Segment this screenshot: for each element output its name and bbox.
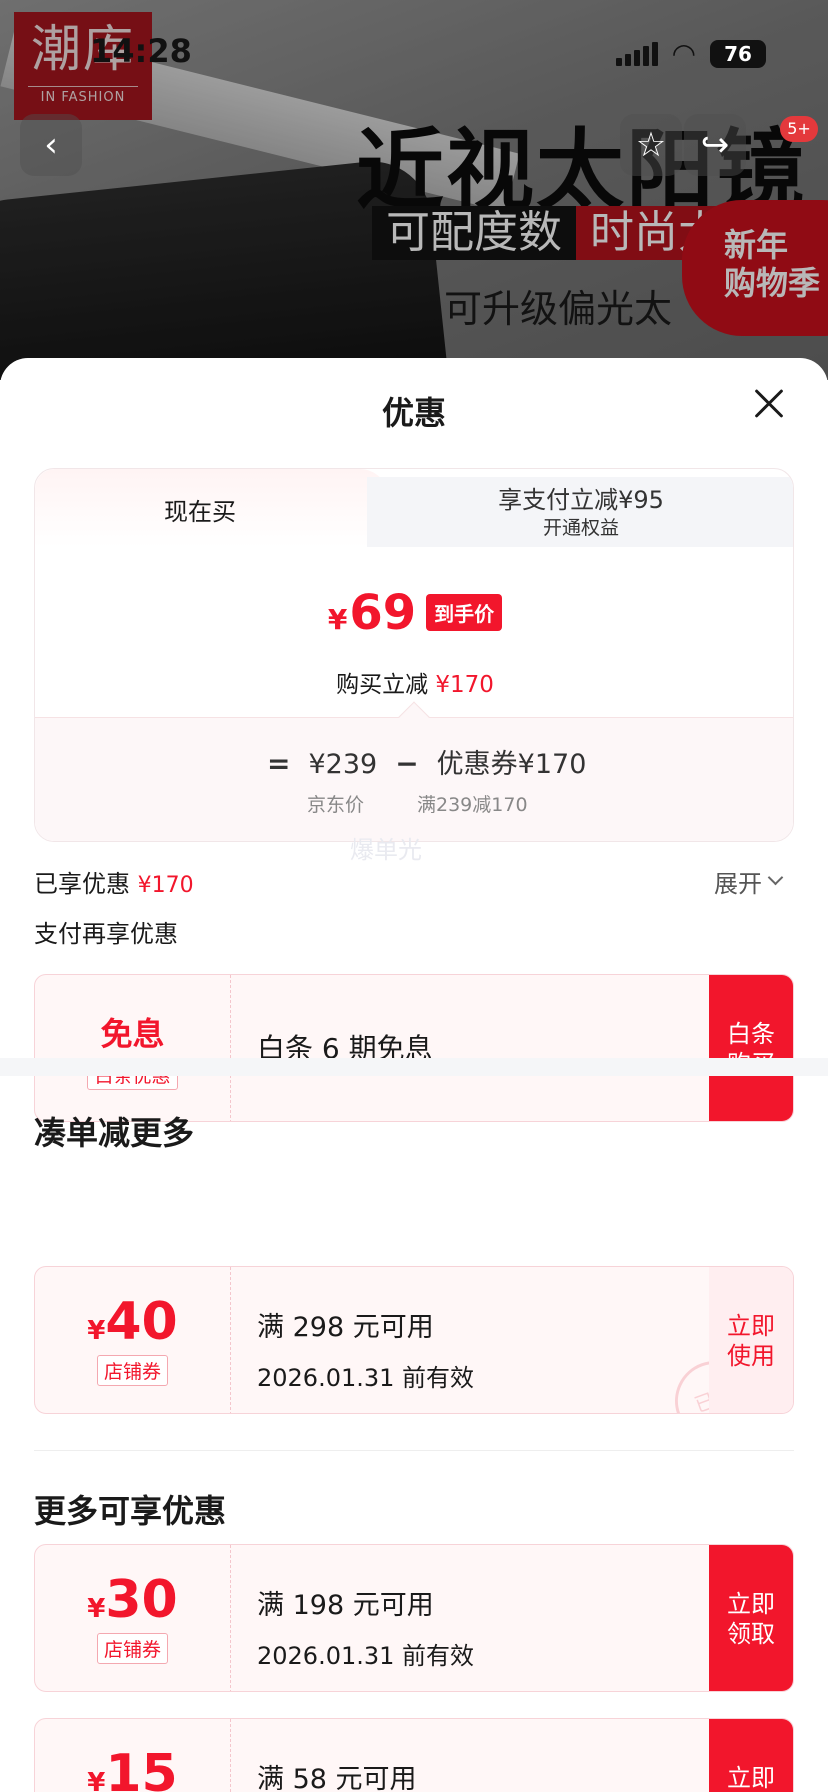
- coupon-30-left: ¥ 30 店铺券: [35, 1545, 231, 1691]
- section-gap: [0, 1058, 828, 1076]
- coupon-15-middle: 满 58 元可用: [257, 1719, 417, 1792]
- price-calculation: = ¥239 − 优惠券¥170 京东价 满239减170: [35, 701, 793, 841]
- coupon-card-30[interactable]: ¥ 30 店铺券 满 198 元可用 2026.01.31 前有效 立即领取: [34, 1544, 794, 1692]
- use-now-button[interactable]: 立即使用: [709, 1267, 793, 1413]
- final-price-value: 69: [349, 585, 417, 641]
- wifi-icon: ◠: [671, 37, 696, 70]
- jd-price-label: 京东价: [307, 794, 365, 816]
- back-icon[interactable]: ‹: [20, 114, 82, 176]
- coupon-15-condition: 满 58 元可用: [257, 1764, 417, 1792]
- expand-button[interactable]: 展开: [714, 864, 784, 899]
- coupon-30-condition: 满 198 元可用: [257, 1590, 434, 1621]
- coupon-15-left: ¥ 15: [35, 1719, 231, 1792]
- signal-icon: [615, 42, 658, 66]
- purchase-reduction: 购买立减 ¥170: [35, 665, 793, 699]
- section-title-extra: 更多可享优惠: [34, 1492, 227, 1530]
- status-time: 14:28: [90, 32, 192, 70]
- coupon-15-amount: ¥ 15: [35, 1719, 230, 1792]
- chevron-down-icon: [767, 869, 784, 886]
- price-card: 现在买 享支付立减¥95 开通权益 ¥ 69 到手价 购买立减 ¥170 = ¥…: [34, 468, 794, 842]
- coupon-30-validity: 2026.01.31 前有效: [257, 1642, 475, 1670]
- tab-pay-line2: 开通权益: [542, 517, 619, 539]
- coupon-40-amount: ¥ 40: [35, 1267, 230, 1351]
- jd-price-value: ¥239: [308, 749, 378, 780]
- enjoyed-label: 已享优惠: [34, 870, 130, 898]
- claim-now-button[interactable]: 立即领取: [709, 1545, 793, 1691]
- baitiao-middle: 白条 6 期免息: [257, 975, 433, 1121]
- expand-label: 展开: [714, 870, 762, 898]
- star-icon[interactable]: ☆: [620, 114, 682, 176]
- calc-notch: [398, 701, 430, 733]
- minus-sign: −: [395, 747, 419, 780]
- baitiao-title: 免息: [100, 1015, 165, 1053]
- discount-sheet: 优惠 现在买 享支付立减¥95 开通权益 ¥ 69 到手价 购买立减 ¥170 …: [0, 358, 828, 1792]
- coupon-30-currency: ¥: [87, 1594, 106, 1624]
- watermark-text: 爆单光: [350, 836, 422, 864]
- tab-buy-now[interactable]: 现在买: [35, 469, 365, 547]
- coupon-40-middle: 满 298 元可用 2026.01.31 前有效: [257, 1267, 475, 1413]
- tab-pay-line1: 享支付立减¥95: [498, 486, 664, 514]
- coupon-40-condition: 满 298 元可用: [257, 1312, 434, 1343]
- coupon-40-currency: ¥: [87, 1316, 106, 1346]
- enjoyed-value: ¥170: [137, 873, 194, 898]
- baitiao-desc: 白条 6 期免息: [257, 1032, 433, 1065]
- coupon-40-validity: 2026.01.31 前有效: [257, 1364, 475, 1392]
- cart-count-badge: 5+: [780, 116, 818, 142]
- final-price-currency: ¥: [327, 603, 348, 636]
- final-price-tag: 到手价: [426, 594, 503, 631]
- claim-now-button-15[interactable]: 立即: [709, 1719, 793, 1792]
- tab-pay-discount[interactable]: 享支付立减¥95 开通权益: [367, 477, 793, 547]
- coupon-rule: 满239减170: [417, 794, 528, 816]
- calc-row: = ¥239 − 优惠券¥170: [267, 742, 586, 781]
- coupon-15-value: 15: [105, 1744, 178, 1792]
- pay-more-title: 支付再享优惠: [34, 920, 178, 948]
- coupon-40-left: ¥ 40 店铺券: [35, 1267, 231, 1413]
- coupon-30-middle: 满 198 元可用 2026.01.31 前有效: [257, 1545, 475, 1691]
- coupon-deduction: 优惠券¥170: [436, 749, 587, 780]
- coupon-30-label: 店铺券: [96, 1633, 168, 1664]
- coupon-40-value: 40: [105, 1292, 178, 1352]
- reduce-label: 购买立减: [336, 672, 429, 698]
- battery-icon: 76: [710, 40, 766, 68]
- baitiao-buy-button[interactable]: 白条购买: [709, 975, 793, 1121]
- coupon-40-label: 店铺券: [96, 1355, 168, 1386]
- share-icon[interactable]: ↪: [684, 114, 746, 176]
- equals-sign: =: [267, 747, 291, 780]
- section-divider: [34, 1450, 794, 1451]
- status-icons: ◠ 76: [615, 37, 766, 70]
- enjoyed-discount: 已享优惠 ¥170: [34, 864, 194, 899]
- section-title-more: 凑单减更多: [34, 1114, 195, 1152]
- baitiao-left: 免息 白条优惠: [35, 975, 231, 1121]
- price-card-body: ¥ 69 到手价 购买立减 ¥170 = ¥239 − 优惠券¥170 京东价 …: [35, 547, 793, 841]
- close-icon[interactable]: [752, 388, 784, 420]
- coupon-30-amount: ¥ 30: [35, 1545, 230, 1629]
- coupon-30-value: 30: [105, 1570, 178, 1630]
- coupon-card-40[interactable]: ¥ 40 店铺券 满 298 元可用 2026.01.31 前有效 已领 立即使…: [34, 1266, 794, 1414]
- baitiao-offer-card[interactable]: 免息 白条优惠 白条 6 期免息 白条购买: [34, 974, 794, 1122]
- coupon-15-currency: ¥: [87, 1768, 106, 1792]
- coupon-card-15[interactable]: ¥ 15 满 58 元可用 立即: [34, 1718, 794, 1792]
- reduce-value: ¥170: [435, 672, 494, 698]
- sheet-title: 优惠: [381, 394, 446, 432]
- final-price: ¥ 69 到手价: [35, 585, 793, 641]
